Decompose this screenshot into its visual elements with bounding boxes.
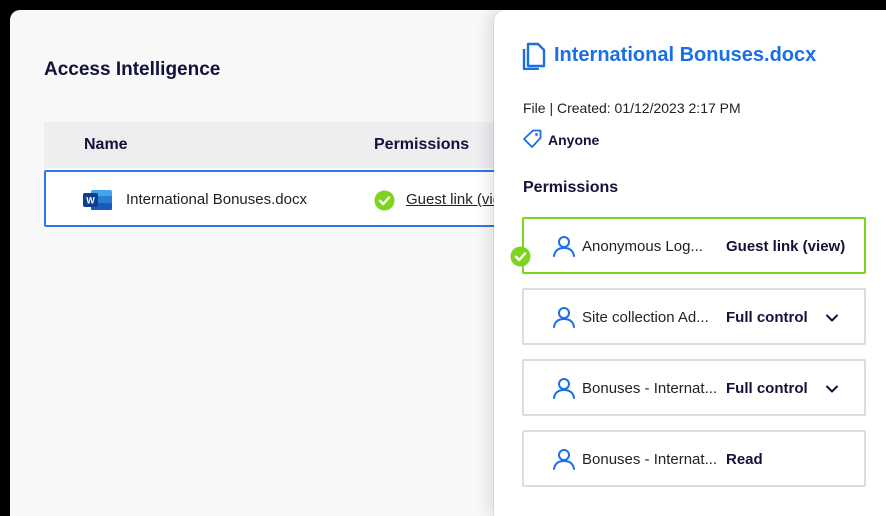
word-doc-icon: W xyxy=(83,190,112,210)
permissions-heading: Permissions xyxy=(523,179,619,196)
user-icon xyxy=(553,449,575,470)
permission-level: Guest link (view) xyxy=(726,238,846,255)
file-title[interactable]: International Bonuses.docx xyxy=(554,44,816,67)
chevron-down-icon[interactable] xyxy=(824,381,840,397)
file-name: International Bonuses.docx xyxy=(126,191,307,208)
permission-level: Read xyxy=(726,451,763,468)
column-header-permissions[interactable]: Permissions xyxy=(374,136,469,154)
user-icon xyxy=(553,378,575,399)
table-header: Name Permissions xyxy=(44,122,504,168)
permission-user: Bonuses - Internat... xyxy=(582,380,718,397)
details-side-panel: International Bonuses.docx File | Create… xyxy=(494,10,886,516)
permission-user: Anonymous Log... xyxy=(582,238,703,255)
permission-level: Full control xyxy=(726,380,808,397)
permission-card[interactable]: Site collection Ad... Full control xyxy=(522,288,866,345)
permission-level: Full control xyxy=(726,309,808,326)
svg-text:W: W xyxy=(86,196,95,206)
table-row[interactable]: W International Bonuses.docx Guest link … xyxy=(44,170,517,227)
permission-user: Bonuses - Internat... xyxy=(582,451,718,468)
user-icon xyxy=(553,307,575,328)
check-circle-icon xyxy=(374,190,395,211)
permission-card[interactable]: Anonymous Log... Guest link (view) xyxy=(522,217,866,274)
document-icon xyxy=(522,42,546,70)
page-title: Access Intelligence xyxy=(44,59,221,80)
user-icon xyxy=(553,236,575,257)
column-header-name[interactable]: Name xyxy=(84,136,128,154)
permission-user: Site collection Ad... xyxy=(582,309,709,326)
tag-icon xyxy=(523,129,542,148)
permission-card[interactable]: Bonuses - Internat... Full control xyxy=(522,359,866,416)
file-meta: File | Created: 01/12/2023 2:17 PM xyxy=(523,100,741,116)
chevron-down-icon[interactable] xyxy=(824,310,840,326)
sharing-tag: Anyone xyxy=(548,132,600,148)
permission-card[interactable]: Bonuses - Internat... Read xyxy=(522,430,866,487)
check-circle-icon xyxy=(510,246,531,267)
